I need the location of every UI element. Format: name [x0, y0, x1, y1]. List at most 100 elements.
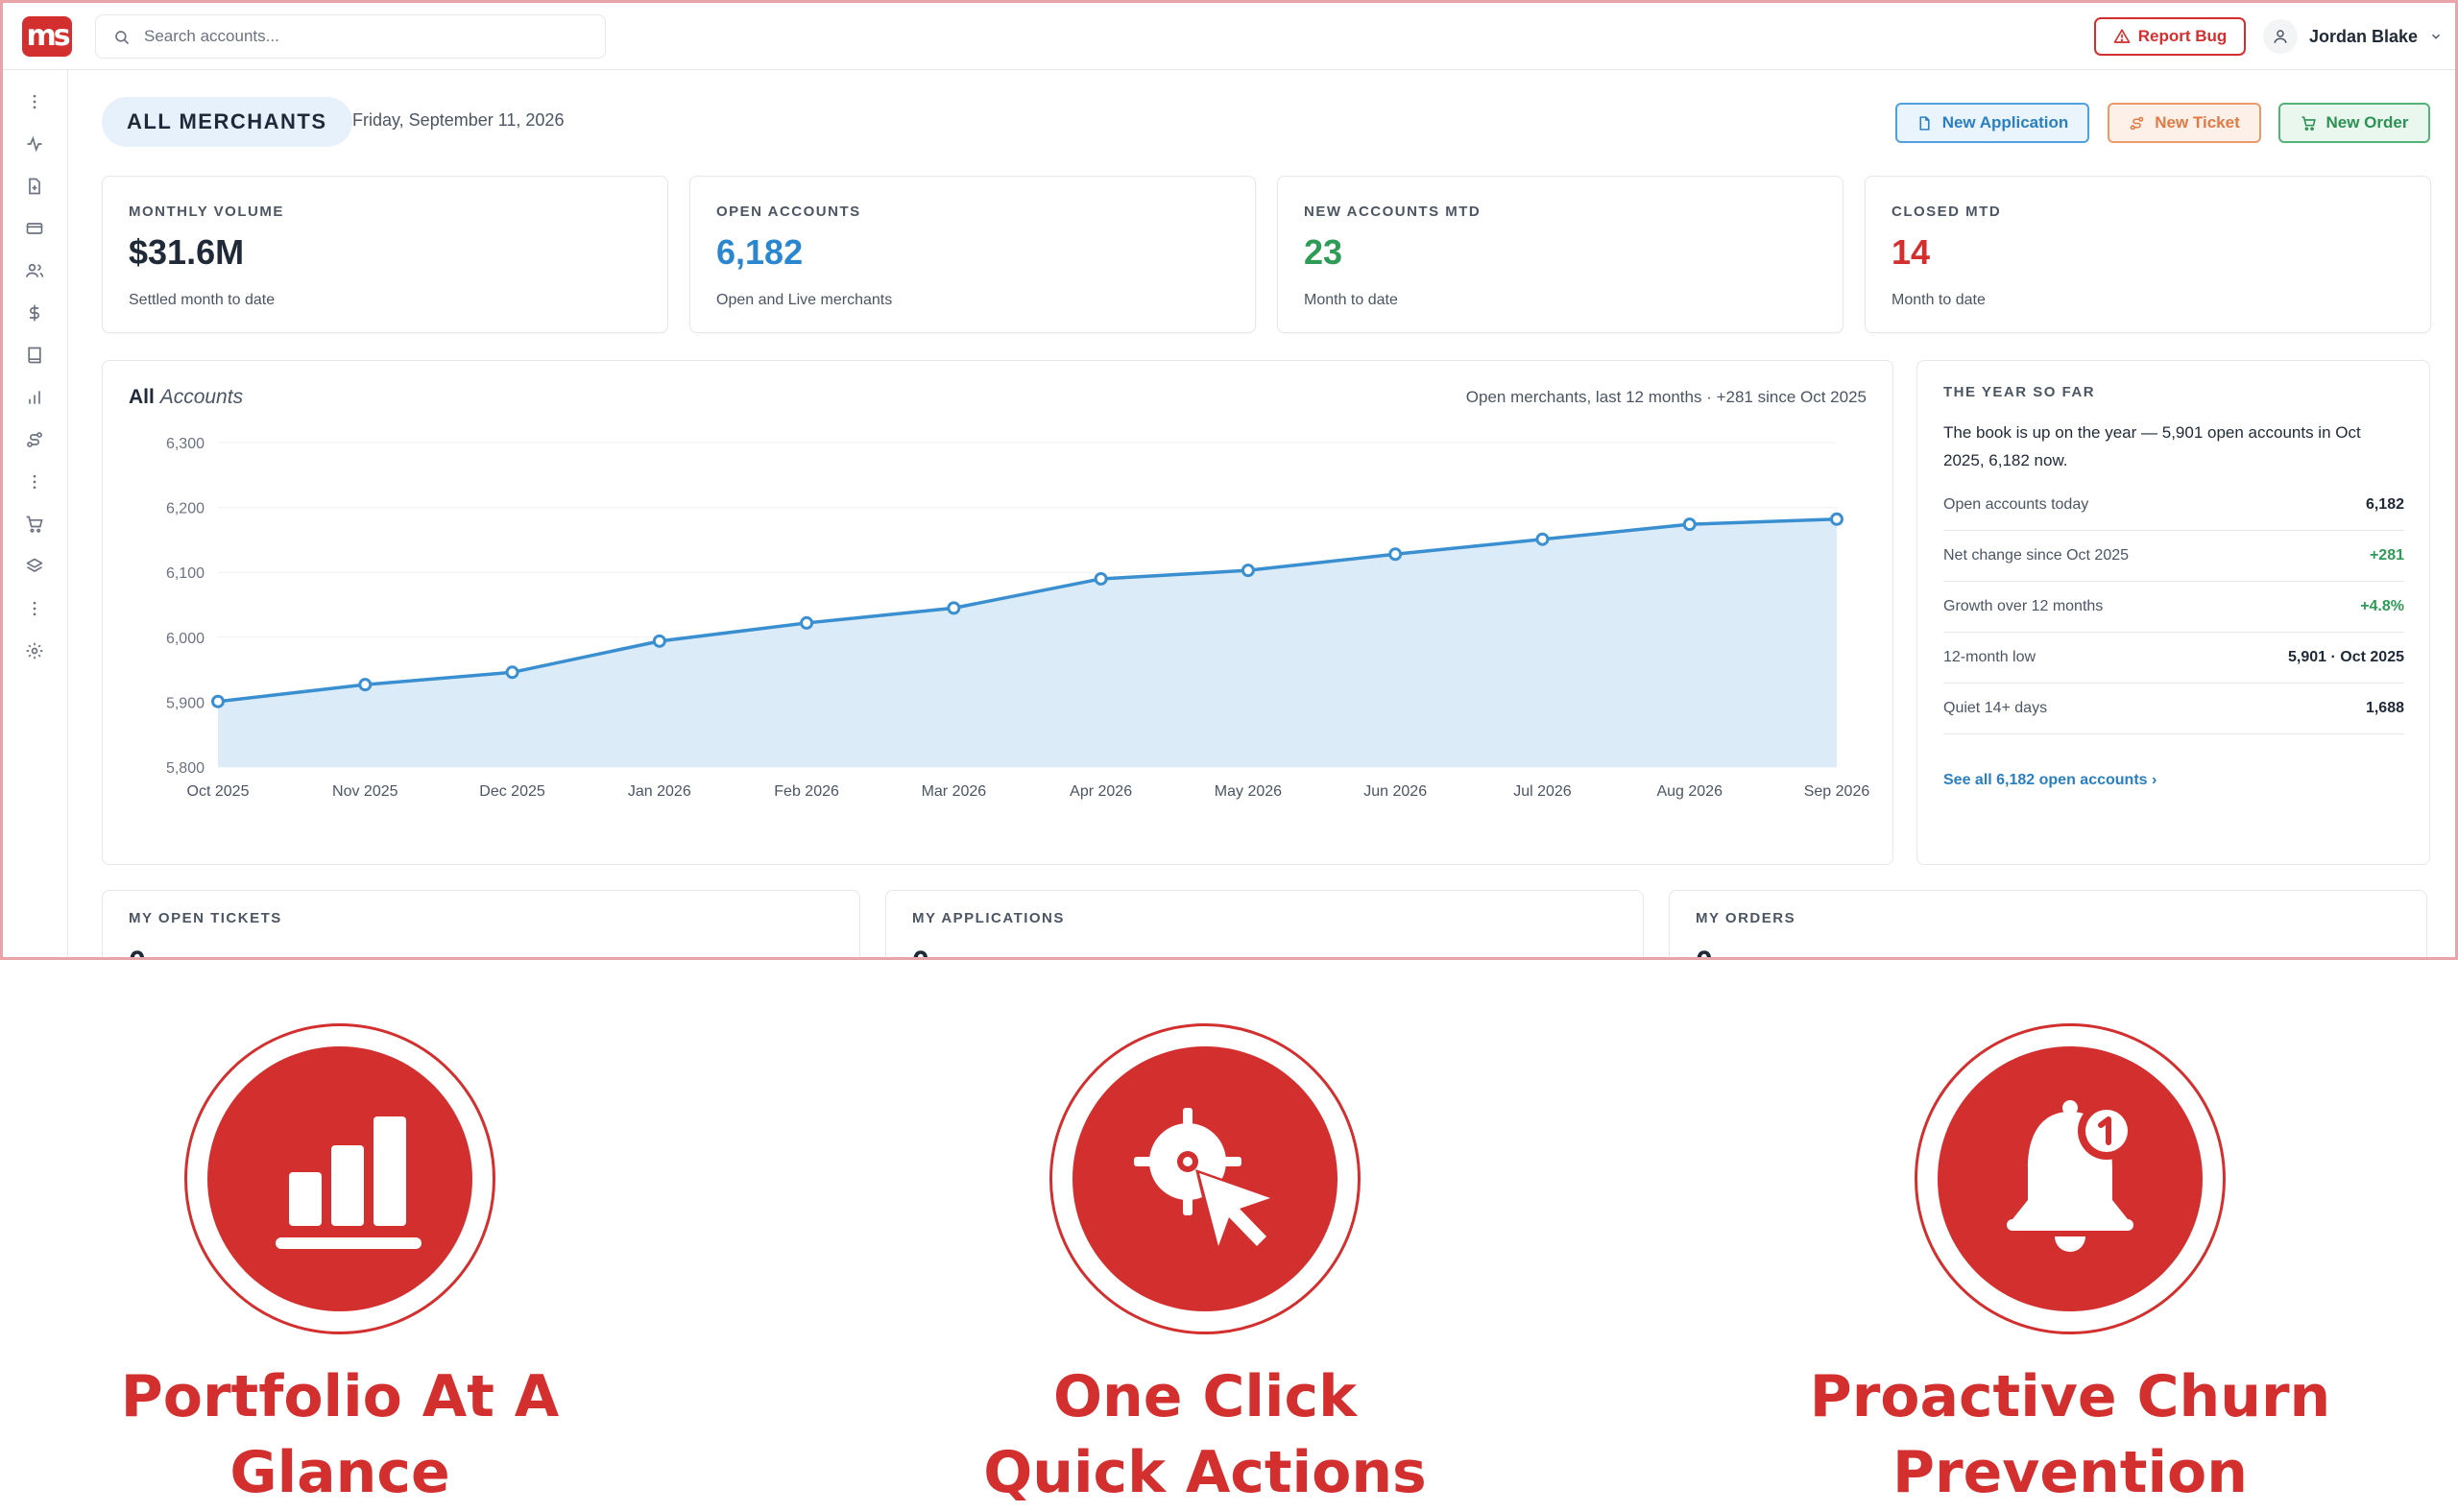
- stat-value: 23: [1304, 232, 1343, 272]
- x-tick-label: Oct 2025: [187, 783, 250, 800]
- mini-card-label: MY OPEN TICKETS: [129, 910, 282, 926]
- settings-icon[interactable]: [24, 640, 45, 661]
- stat-card-closed[interactable]: CLOSED MTD 14 Month to date: [1865, 176, 2431, 333]
- search-box[interactable]: [95, 14, 606, 59]
- mini-card-value: 0: [912, 945, 929, 957]
- my-open-tickets-card[interactable]: MY OPEN TICKETS 0: [102, 890, 860, 957]
- year-row: 12-month low 5,901 · Oct 2025: [1943, 633, 2404, 684]
- more-vertical-icon[interactable]: [24, 91, 45, 112]
- data-point: [1241, 564, 1255, 578]
- search-icon: [115, 31, 129, 44]
- stat-card-open-accounts[interactable]: OPEN ACCOUNTS 6,182 Open and Live mercha…: [689, 176, 1256, 333]
- activity-icon[interactable]: [24, 133, 45, 155]
- y-tick-label: 5,800: [166, 760, 205, 777]
- series-area: [218, 518, 1837, 767]
- my-applications-card[interactable]: MY APPLICATIONS 0: [885, 890, 1644, 957]
- layers-icon[interactable]: [24, 556, 45, 577]
- year-row: Growth over 12 months +4.8%: [1943, 582, 2404, 633]
- accounts-chart: 6,300 6,200 6,100 6,000 5,900 5,800 Oct 2025 No…: [166, 436, 1870, 800]
- new-ticket-button[interactable]: New Ticket: [2108, 103, 2261, 143]
- my-orders-card[interactable]: MY ORDERS 0: [1669, 890, 2427, 957]
- file-plus-icon[interactable]: [24, 176, 45, 197]
- route-icon: [2130, 116, 2144, 130]
- see-all-accounts-link[interactable]: See all 6,182 open accounts ›: [1943, 772, 2157, 789]
- feature-quick-actions: One Click Quick Actions: [917, 1023, 1493, 1506]
- data-point: [800, 615, 814, 630]
- year-row-key: 12-month low: [1943, 649, 2036, 665]
- more-vertical-icon[interactable]: [24, 471, 45, 492]
- route-icon[interactable]: [24, 429, 45, 450]
- year-card-label: THE YEAR SO FAR: [1943, 384, 2096, 400]
- bar-chart-icon[interactable]: [24, 387, 45, 408]
- mini-card-value: 0: [1696, 945, 1713, 957]
- year-row-key: Quiet 14+ days: [1943, 700, 2048, 716]
- users-icon[interactable]: [24, 260, 45, 281]
- year-row-value: 5,901 · Oct 2025: [2288, 649, 2404, 665]
- credit-card-icon[interactable]: [24, 218, 45, 239]
- x-tick-label: May 2026: [1215, 783, 1282, 800]
- app-window: ms Report Bug Jordan Blake: [0, 0, 2458, 960]
- y-tick-label: 6,100: [166, 565, 205, 582]
- chevron-down-icon: [2432, 34, 2441, 39]
- stat-card-monthly-volume[interactable]: MONTHLY VOLUME $31.6M Settled month to d…: [102, 176, 668, 333]
- x-tick-label: Jan 2026: [628, 783, 691, 800]
- x-tick-label: Feb 2026: [774, 783, 839, 800]
- report-bug-label: Report Bug: [2137, 27, 2228, 45]
- user-menu[interactable]: Jordan Blake: [2263, 17, 2443, 56]
- x-tick-label: Jun 2026: [1363, 783, 1427, 800]
- data-point: [358, 678, 373, 692]
- new-application-button[interactable]: New Application: [1895, 103, 2089, 143]
- data-point: [1388, 547, 1403, 562]
- stat-label: OPEN ACCOUNTS: [716, 204, 861, 220]
- user-icon: [2274, 30, 2287, 43]
- sidebar: [3, 70, 68, 957]
- x-tick-label: Mar 2026: [922, 783, 987, 800]
- data-point: [1094, 571, 1108, 586]
- x-tick-label: Dec 2025: [479, 783, 545, 800]
- mini-card-label: MY APPLICATIONS: [912, 910, 1065, 926]
- page-title: ALL MERCHANTS: [102, 97, 352, 147]
- feature-title: Proactive Churn Prevention: [1809, 1363, 2331, 1506]
- x-tick-label: Aug 2026: [1656, 783, 1723, 800]
- feature-title: One Click Quick Actions: [983, 1363, 1427, 1506]
- report-bug-button[interactable]: Report Bug: [2094, 17, 2246, 56]
- mini-card-label: MY ORDERS: [1696, 910, 1796, 926]
- cart-icon[interactable]: [24, 514, 45, 535]
- year-row-value: 1,688: [2365, 700, 2404, 716]
- file-icon: [1919, 115, 1930, 131]
- year-row: Open accounts today 6,182: [1943, 480, 2404, 531]
- year-row-value: +281: [2369, 547, 2404, 564]
- dollar-icon[interactable]: [24, 302, 45, 324]
- new-order-label: New Order: [2325, 113, 2409, 132]
- user-name: Jordan Blake: [2309, 26, 2419, 46]
- x-tick-label: Apr 2026: [1070, 783, 1132, 800]
- year-row-key: Growth over 12 months: [1943, 598, 2104, 614]
- accounts-chart-card: All Accounts Open merchants, last 12 mon…: [102, 360, 1893, 865]
- search-input[interactable]: [144, 23, 586, 50]
- stat-subtext: Month to date: [1892, 292, 1986, 308]
- stat-subtext: Month to date: [1304, 292, 1398, 308]
- year-row-value: 6,182: [2365, 496, 2404, 513]
- top-bar: ms Report Bug Jordan Blake: [3, 3, 2455, 70]
- new-order-button[interactable]: New Order: [2278, 103, 2430, 143]
- data-point: [1535, 532, 1550, 546]
- main-content: ALL MERCHANTS Friday, September 11, 2026…: [68, 70, 2455, 957]
- more-vertical-icon[interactable]: [24, 598, 45, 619]
- year-so-far-card: THE YEAR SO FAR The book is up on the ye…: [1916, 360, 2430, 865]
- year-card-summary: The book is up on the year — 5,901 open …: [1943, 423, 2361, 469]
- book-icon[interactable]: [24, 345, 45, 366]
- x-tick-label: Sep 2026: [1804, 783, 1870, 800]
- data-point: [1830, 512, 1844, 526]
- bell-notification-icon: [1938, 1046, 2203, 1311]
- app-logo[interactable]: ms: [22, 16, 72, 57]
- x-tick-label: Nov 2025: [332, 783, 398, 800]
- y-tick-label: 6,000: [166, 631, 205, 647]
- target-cursor-icon: [1072, 1046, 1337, 1311]
- stat-label: NEW ACCOUNTS MTD: [1304, 204, 1482, 220]
- data-point: [947, 601, 961, 615]
- feature-title: Portfolio At A Glance: [120, 1363, 560, 1506]
- year-row-key: Net change since Oct 2025: [1943, 547, 2130, 564]
- stat-subtext: Open and Live merchants: [716, 292, 893, 308]
- data-point: [652, 634, 666, 648]
- stat-card-new-accounts[interactable]: NEW ACCOUNTS MTD 23 Month to date: [1277, 176, 1844, 333]
